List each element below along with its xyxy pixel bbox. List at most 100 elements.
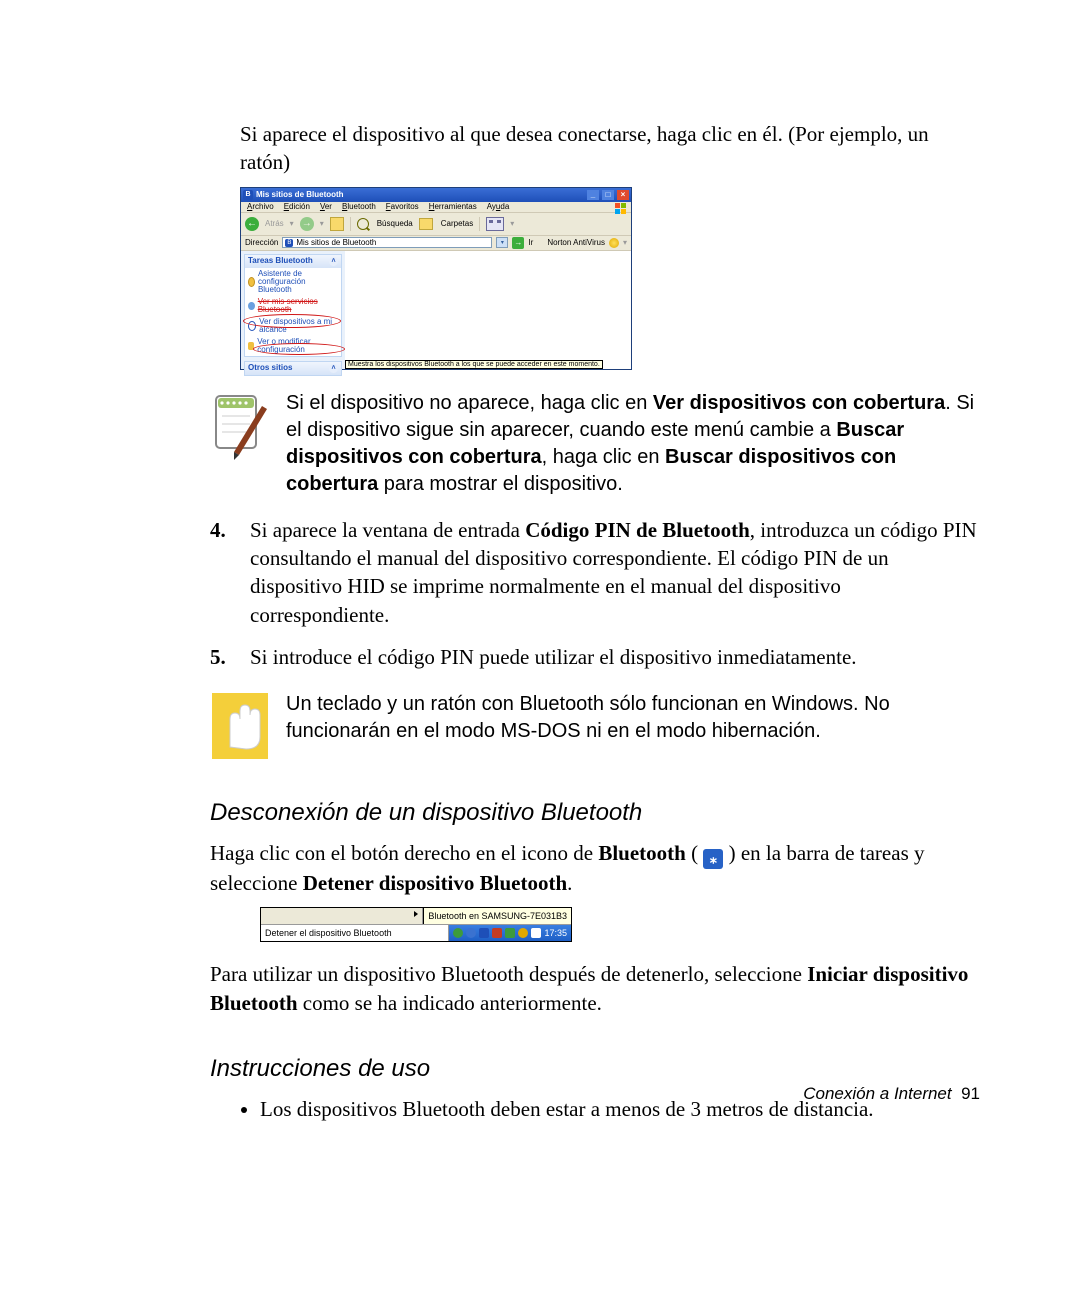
address-bar: Dirección B Mis sitios de Bluetooth ▾ → … <box>241 236 631 251</box>
panel-otros-title: Otros sitios <box>248 364 292 372</box>
up-button[interactable] <box>330 217 344 231</box>
content-pane[interactable]: Muestra los dispositivos Bluetooth a los… <box>345 251 631 369</box>
folders-label[interactable]: Carpetas <box>441 220 473 228</box>
back-label: Atrás <box>265 220 284 228</box>
step-5-number: 5. <box>210 643 238 671</box>
tray-bluetooth-icon[interactable] <box>479 928 489 938</box>
footer-section: Conexión a Internet <box>803 1084 951 1103</box>
heading-instrucciones: Instrucciones de uso <box>210 1055 980 1083</box>
document-page: Si aparece el dispositivo al que desea c… <box>0 0 1080 1309</box>
tray-icon[interactable] <box>518 928 528 938</box>
task-asistente[interactable]: Asistente de configuración Bluetooth <box>245 268 341 296</box>
maximize-button[interactable]: □ <box>602 190 614 200</box>
search-label[interactable]: Búsqueda <box>377 220 413 228</box>
menu-herramientas[interactable]: Herramientas <box>429 203 477 211</box>
numbered-steps: 4. Si aparece la ventana de entrada Códi… <box>210 516 980 672</box>
step-4: 4. Si aparece la ventana de entrada Códi… <box>210 516 980 629</box>
address-value: Mis sitios de Bluetooth <box>296 239 376 247</box>
separator <box>350 217 351 231</box>
wizard-icon <box>248 277 255 287</box>
page-footer: Conexión a Internet 91 <box>803 1084 980 1104</box>
menu-ver[interactable]: Ver <box>320 203 332 211</box>
separator <box>479 217 480 231</box>
footer-page-number: 91 <box>961 1084 980 1103</box>
tray-icon[interactable] <box>492 928 502 938</box>
window-titlebar[interactable]: B Mis sitios de Bluetooth _ □ × <box>241 188 631 202</box>
bluetooth-tooltip: Bluetooth en SAMSUNG-7E031B3 <box>423 908 571 924</box>
task-asistente-label: Asistente de configuración Bluetooth <box>258 270 338 294</box>
intro-paragraph: Si aparece el dispositivo al que desea c… <box>240 120 980 177</box>
views-dropdown[interactable]: ▾ <box>510 220 514 228</box>
task-ver-servicios-label: Ver mis servicios Bluetooth <box>258 298 338 314</box>
norton-dropdown[interactable]: ▾ <box>623 239 627 247</box>
bluetooth-window: B Mis sitios de Bluetooth _ □ × Archivo … <box>240 187 632 370</box>
step-5: 5. Si introduce el código PIN puede util… <box>210 643 980 671</box>
windows-flag-icon <box>615 203 627 218</box>
menu-edicion[interactable]: Edición <box>284 203 310 211</box>
tray-icon[interactable] <box>505 928 515 938</box>
status-tooltip: Muestra los dispositivos Bluetooth a los… <box>345 360 603 369</box>
norton-label: Norton AntiVirus <box>547 239 605 247</box>
task-ver-conf-label: Ver o modificar configuración <box>257 338 338 354</box>
note-warning: Un teclado y un ratón con Bluetooth sólo… <box>210 691 980 761</box>
search-devices-icon <box>248 321 256 331</box>
task-ver-conf[interactable]: Ver o modificar configuración <box>245 336 341 356</box>
address-dropdown[interactable]: ▾ <box>496 237 508 248</box>
context-menu-grey-item <box>261 908 423 924</box>
config-icon <box>248 342 254 350</box>
back-button[interactable]: ← <box>245 217 259 231</box>
step-4-number: 4. <box>210 516 238 629</box>
tray-clock: 17:35 <box>544 928 567 938</box>
bluetooth-tray-icon: ⁎ <box>703 849 723 869</box>
toolbar: ← Atrás ▾ → ▾ Búsqueda Carpetas ▾ <box>241 213 631 236</box>
folders-icon[interactable] <box>419 218 433 230</box>
panel-otros: Otros sitios ˄ <box>244 361 342 376</box>
tray-icon[interactable] <box>466 928 476 938</box>
menu-archivo[interactable]: Archivo <box>247 203 274 211</box>
taskbar-screenshot: Bluetooth en SAMSUNG-7E031B3 Detener el … <box>260 907 572 942</box>
panel-otros-header[interactable]: Otros sitios ˄ <box>245 362 341 375</box>
step-4-text: Si aparece la ventana de entrada Código … <box>250 516 980 629</box>
note-tip-1-text: Si el dispositivo no aparece, haga clic … <box>286 390 980 498</box>
go-label: Ir <box>528 239 533 247</box>
norton-icon[interactable] <box>609 238 619 248</box>
context-menu-stop-item[interactable]: Detener el dispositivo Bluetooth <box>261 925 449 941</box>
heading-desconexion: Desconexión de un dispositivo Bluetooth <box>210 799 980 827</box>
tray-icon[interactable] <box>453 928 463 938</box>
menu-bar: Archivo Edición Ver Bluetooth Favoritos … <box>241 202 631 213</box>
submenu-arrow-icon <box>414 911 418 917</box>
collapse-icon[interactable]: ˄ <box>329 257 338 266</box>
after-taskbar-paragraph: Para utilizar un dispositivo Bluetooth d… <box>210 960 980 1017</box>
close-button[interactable]: × <box>617 190 629 200</box>
taskbar-row-1: Bluetooth en SAMSUNG-7E031B3 <box>261 908 571 925</box>
menu-bluetooth[interactable]: Bluetooth <box>342 203 376 211</box>
note-warning-text: Un teclado y un ratón con Bluetooth sólo… <box>286 691 980 761</box>
views-button[interactable] <box>486 217 504 231</box>
forward-button[interactable]: → <box>300 217 314 231</box>
task-ver-alcance[interactable]: Ver dispositivos a mi alcance <box>245 316 341 336</box>
back-dropdown[interactable]: ▾ <box>290 220 294 228</box>
notepad-pen-icon <box>210 390 270 460</box>
panel-tareas-header[interactable]: Tareas Bluetooth ˄ <box>245 255 341 268</box>
side-panel: Tareas Bluetooth ˄ Asistente de configur… <box>241 251 345 369</box>
desconexion-paragraph: Haga clic con el botón derecho en el ico… <box>210 839 980 897</box>
step-5-text: Si introduce el código PIN puede utiliza… <box>250 643 857 671</box>
address-input[interactable]: B Mis sitios de Bluetooth <box>282 237 492 248</box>
task-ver-servicios[interactable]: Ver mis servicios Bluetooth <box>245 296 341 316</box>
collapse-icon[interactable]: ˄ <box>329 364 338 373</box>
menu-favoritos[interactable]: Favoritos <box>386 203 419 211</box>
taskbar-row-2: Detener el dispositivo Bluetooth 17:35 <box>261 925 571 941</box>
system-tray: 17:35 <box>449 925 571 941</box>
forward-dropdown[interactable]: ▾ <box>320 220 324 228</box>
note-tip-1: Si el dispositivo no aparece, haga clic … <box>210 390 980 498</box>
window-body: Tareas Bluetooth ˄ Asistente de configur… <box>241 251 631 369</box>
window-title: Mis sitios de Bluetooth <box>256 191 584 199</box>
bluetooth-icon: B <box>285 239 293 247</box>
services-icon <box>248 302 255 310</box>
hand-warning-icon <box>210 691 270 761</box>
menu-ayuda[interactable]: Ayuda <box>487 203 510 211</box>
go-button[interactable]: → <box>512 237 524 249</box>
minimize-button[interactable]: _ <box>587 190 599 200</box>
tray-icon[interactable] <box>531 928 541 938</box>
search-icon[interactable] <box>357 218 369 230</box>
